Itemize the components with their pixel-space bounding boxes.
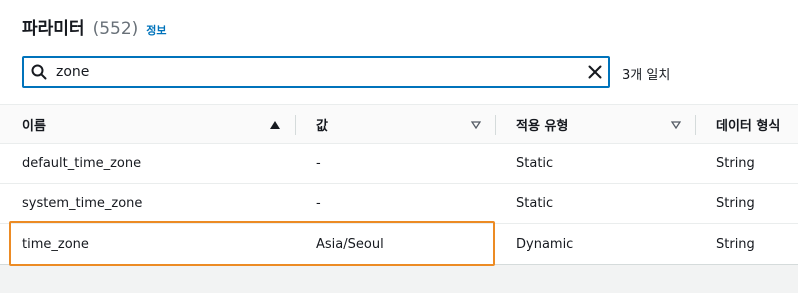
cell-name: system_time_zone bbox=[22, 196, 143, 211]
search-input[interactable] bbox=[54, 59, 582, 85]
cell-name: default_time_zone bbox=[22, 156, 142, 171]
cell-value: - bbox=[316, 196, 321, 211]
column-header-name[interactable]: 이름 bbox=[22, 105, 294, 143]
table-row[interactable]: time_zone Asia/Seoul Dynamic String bbox=[0, 224, 798, 264]
column-divider[interactable] bbox=[695, 115, 696, 135]
sort-unsorted-icon[interactable] bbox=[668, 117, 684, 133]
search-icon bbox=[24, 58, 54, 86]
parameter-count: (552) bbox=[92, 19, 139, 39]
info-link[interactable]: 정보 bbox=[146, 22, 166, 38]
parameters-table: 이름 값 적용 유형 데이터 형식 default_time_zone - St… bbox=[0, 104, 798, 264]
cell-value: Asia/Seoul bbox=[316, 236, 384, 252]
parameters-panel: 파라미터 (552) 정보 3개 일치 이름 값 bbox=[0, 0, 798, 266]
match-count: 3개 일치 bbox=[622, 68, 671, 83]
cell-apply-type: Static bbox=[516, 196, 554, 211]
table-header-row: 이름 값 적용 유형 데이터 형식 bbox=[0, 104, 798, 144]
page-title: 파라미터 bbox=[22, 19, 85, 39]
cell-apply-type: Static bbox=[516, 156, 554, 171]
column-divider[interactable] bbox=[495, 115, 496, 135]
cell-name: time_zone bbox=[22, 236, 89, 252]
search-box[interactable] bbox=[22, 56, 610, 88]
sort-unsorted-icon[interactable] bbox=[468, 117, 484, 133]
cell-data-type: String bbox=[716, 236, 755, 252]
panel-header: 파라미터 (552) 정보 bbox=[22, 14, 167, 39]
sort-ascending-icon[interactable] bbox=[267, 117, 283, 133]
close-icon[interactable] bbox=[582, 58, 608, 86]
cell-data-type: String bbox=[716, 196, 755, 211]
column-header-data-type[interactable]: 데이터 형식 bbox=[716, 105, 798, 143]
table-row[interactable]: default_time_zone - Static String bbox=[0, 144, 798, 184]
column-divider[interactable] bbox=[295, 115, 296, 135]
table-row[interactable]: system_time_zone - Static String bbox=[0, 184, 798, 224]
cell-value: - bbox=[316, 156, 321, 171]
cell-apply-type: Dynamic bbox=[516, 236, 574, 252]
cell-data-type: String bbox=[716, 156, 755, 171]
